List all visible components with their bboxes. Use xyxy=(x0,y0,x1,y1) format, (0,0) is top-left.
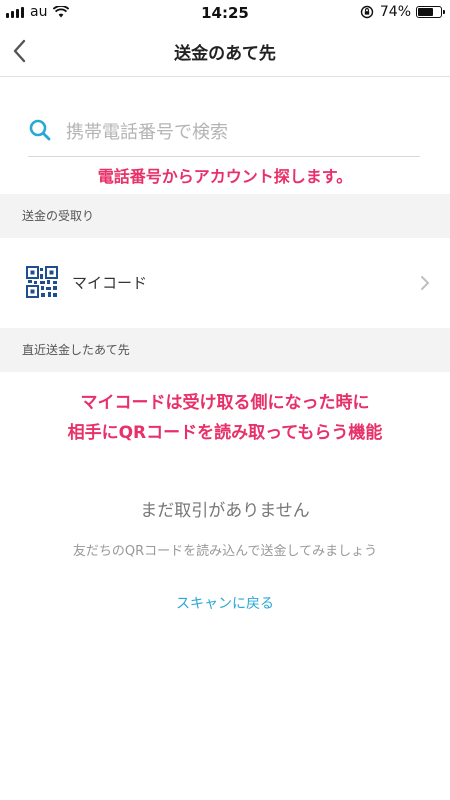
empty-state-title: まだ取引がありません xyxy=(140,501,310,521)
battery-icon xyxy=(416,6,445,18)
search-annotation: 電話番号からアカウント探します。 xyxy=(97,167,353,186)
status-bar: au 14:25 74% xyxy=(0,0,450,26)
search-bar xyxy=(28,110,420,157)
rotation-lock-icon xyxy=(360,5,374,19)
search-icon xyxy=(29,119,51,141)
battery-nub xyxy=(443,10,445,14)
my-code-annotation: マイコードは受け取る側になった時に 相手にQRコードを読み取ってもらう機能 xyxy=(10,388,440,448)
qr-code-icon xyxy=(26,266,58,298)
battery-percent: 74% xyxy=(379,4,411,20)
my-code-annotation-line-2: 相手にQRコードを読み取ってもらう機能 xyxy=(67,423,383,443)
navigation-bar: 送金のあて先 xyxy=(0,26,450,77)
phone-search-input[interactable] xyxy=(64,116,408,148)
my-code-row[interactable]: マイコード xyxy=(0,238,450,328)
my-code-label: マイコード xyxy=(72,274,148,292)
receive-section-header: 送金の受取り xyxy=(0,194,450,238)
status-right: 74% xyxy=(360,4,445,20)
chevron-right-icon xyxy=(421,276,429,290)
page-title: 送金のあて先 xyxy=(174,44,276,64)
empty-state-description: 友だちのQRコードを読み込んで送金してみましょう xyxy=(72,544,378,559)
recent-recipients-header: 直近送金したあて先 xyxy=(0,328,450,372)
my-code-annotation-line-1: マイコードは受け取る側になった時に xyxy=(80,393,370,413)
back-to-scan-link[interactable]: スキャンに戻る xyxy=(0,593,450,613)
battery-fill xyxy=(418,8,433,16)
